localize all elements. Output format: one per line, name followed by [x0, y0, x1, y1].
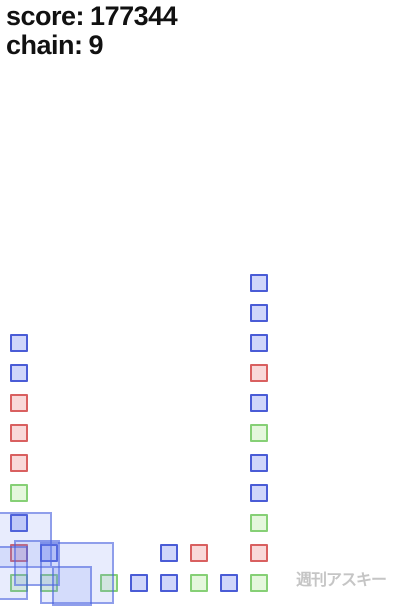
- block-green: [100, 574, 118, 592]
- block-red: [10, 424, 28, 442]
- block-red: [10, 544, 28, 562]
- score-label: score:: [6, 1, 85, 31]
- block-blue: [10, 334, 28, 352]
- block-blue: [130, 574, 148, 592]
- score-value: 177344: [90, 1, 178, 31]
- block-red: [250, 364, 268, 382]
- block-red: [10, 394, 28, 412]
- score-display: score: 177344: [6, 1, 178, 31]
- block-green: [250, 514, 268, 532]
- chain-label: chain:: [6, 30, 83, 60]
- chain-value: 9: [88, 30, 104, 60]
- block-blue: [10, 514, 28, 532]
- block-blue: [10, 364, 28, 382]
- block-green: [190, 574, 208, 592]
- block-blue: [250, 274, 268, 292]
- block-green: [10, 574, 28, 592]
- block-green: [40, 574, 58, 592]
- block-green: [250, 574, 268, 592]
- block-blue: [40, 544, 58, 562]
- block-blue: [250, 454, 268, 472]
- block-red: [250, 544, 268, 562]
- block-blue: [220, 574, 238, 592]
- hud: score: 177344 chain: 9: [6, 1, 178, 60]
- block-blue: [250, 334, 268, 352]
- chain-display: chain: 9: [6, 31, 177, 60]
- publisher-watermark: 週刊アスキー: [295, 572, 387, 589]
- block-blue: [250, 394, 268, 412]
- block-blue: [250, 484, 268, 502]
- block-red: [10, 454, 28, 472]
- block-green: [10, 484, 28, 502]
- block-blue: [160, 544, 178, 562]
- block-blue: [160, 574, 178, 592]
- game-board[interactable]: [0, 0, 400, 600]
- block-red: [190, 544, 208, 562]
- block-green: [250, 424, 268, 442]
- block-blue: [250, 304, 268, 322]
